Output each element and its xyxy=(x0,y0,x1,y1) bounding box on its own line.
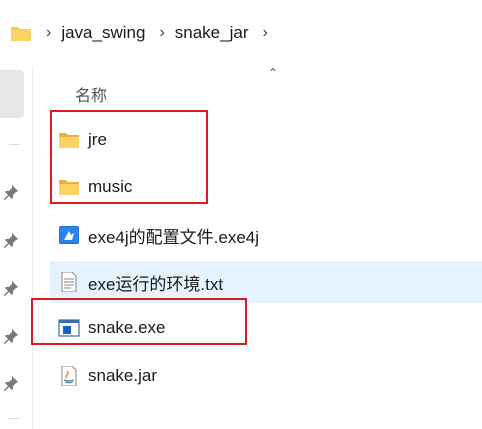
breadcrumb-item-java-swing[interactable]: java_swing xyxy=(61,23,145,43)
annotation-box-snake-exe xyxy=(31,298,247,345)
chevron-right-icon: › xyxy=(46,24,52,41)
text-file-icon xyxy=(61,272,77,292)
exe4j-config-icon xyxy=(59,226,79,244)
file-row-exe-env-txt[interactable]: exe运行的环境.txt xyxy=(50,261,482,303)
folder-icon[interactable] xyxy=(10,24,32,42)
pin-icon[interactable] xyxy=(3,375,19,391)
pin-icon[interactable] xyxy=(3,328,19,344)
java-jar-icon xyxy=(61,366,77,386)
chevron-right-icon: › xyxy=(159,24,165,41)
pin-icon[interactable] xyxy=(3,280,19,296)
file-row-snake-jar[interactable]: snake.jar xyxy=(50,355,482,397)
breadcrumb: › java_swing › snake_jar › xyxy=(0,0,482,66)
pin-icon[interactable] xyxy=(3,184,19,200)
breadcrumb-item-snake-jar[interactable]: snake_jar xyxy=(175,23,249,43)
pin-icon[interactable] xyxy=(3,232,19,248)
chevron-right-icon[interactable]: › xyxy=(262,24,267,42)
nav-divider xyxy=(9,418,19,419)
nav-divider xyxy=(9,144,19,145)
file-name: exe运行的环境.txt xyxy=(88,274,224,294)
file-name: exe4j的配置文件.exe4j xyxy=(88,227,260,247)
sort-ascending-icon[interactable]: ⌃ xyxy=(268,66,278,80)
pane-divider xyxy=(32,66,33,429)
nav-selected-item[interactable] xyxy=(0,70,24,118)
file-row-exe4j-config[interactable]: exe4j的配置文件.exe4j xyxy=(50,214,482,256)
file-explorer-window: › java_swing › snake_jar › ⌃ 名称 jre musi… xyxy=(0,0,482,429)
column-header-name[interactable]: 名称 xyxy=(75,82,107,106)
annotation-box-folders xyxy=(50,110,208,204)
navigation-pane xyxy=(0,66,32,429)
file-name: snake.jar xyxy=(88,366,157,385)
